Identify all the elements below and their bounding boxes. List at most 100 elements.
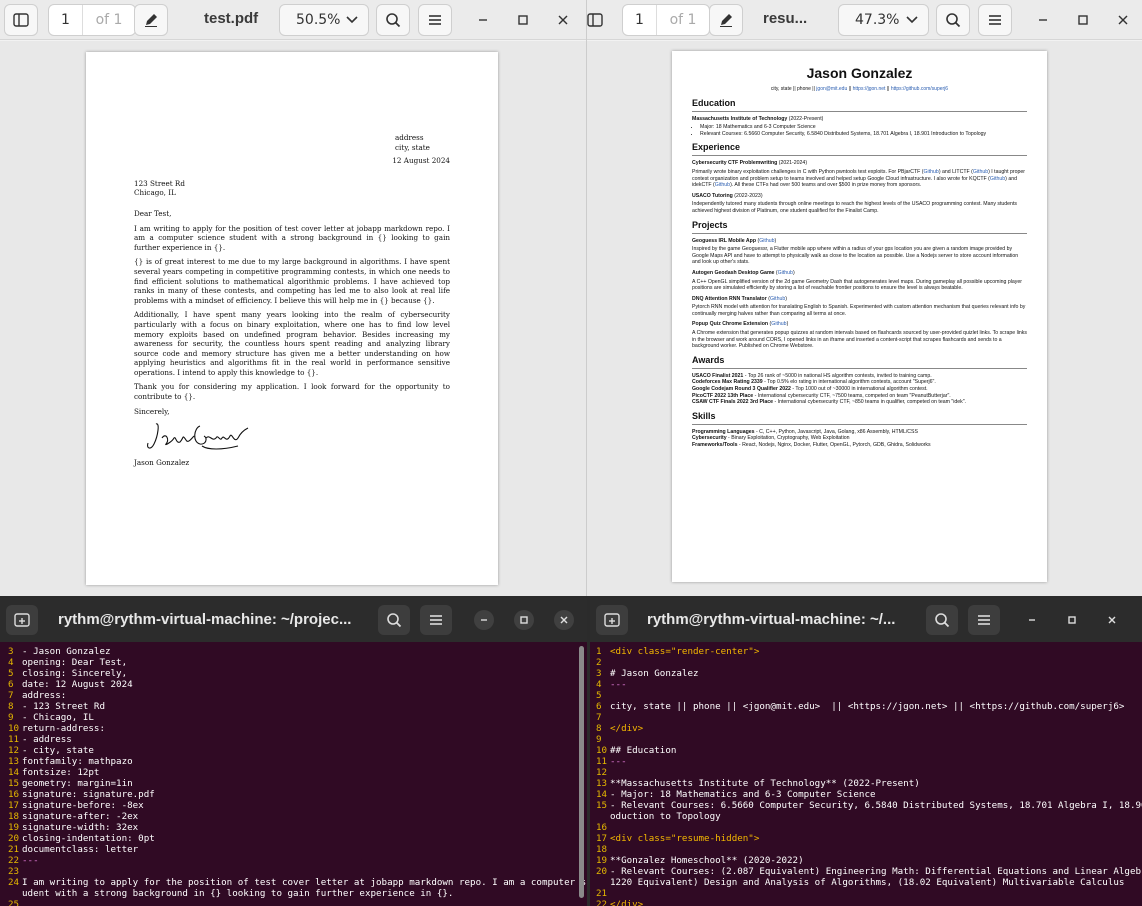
website-link[interactable]: https://jgon.net xyxy=(853,86,886,92)
line-number: 7 xyxy=(596,712,602,723)
page-number-field[interactable]: 1 of 1 xyxy=(48,4,136,36)
section-heading: Skills xyxy=(692,411,1027,425)
maximize-icon[interactable] xyxy=(514,610,534,630)
maximize-icon[interactable] xyxy=(1074,11,1092,29)
desc-text: ) and LITCTF ( xyxy=(938,168,973,175)
entry-title: DNQ Attention RNN Translator xyxy=(692,295,767,302)
page-number-field[interactable]: 1 of 1 xyxy=(622,4,710,36)
award-line: PicoCTF 2022 13th Place - International … xyxy=(692,393,1027,400)
zoom-select[interactable]: 50.5% xyxy=(279,4,369,36)
line-text: <div class="resume-hidden"> xyxy=(610,833,760,844)
github-link[interactable]: Github xyxy=(924,169,939,175)
line-number: 22 xyxy=(596,899,608,906)
maximize-icon[interactable] xyxy=(1062,610,1082,630)
section-heading: Awards xyxy=(692,355,1027,369)
terminal-line: 20 closing-indentation: 0pt xyxy=(8,833,575,844)
line-number: 17 xyxy=(596,833,608,844)
document-title: test.pdf xyxy=(204,10,259,27)
terminal-buffer[interactable]: 3 - Jason Gonzalez 4 opening: Dear Test, 5 cl… xyxy=(0,644,587,906)
line-text: --- xyxy=(22,855,39,866)
github-link[interactable]: Github xyxy=(990,176,1005,182)
minimize-icon[interactable] xyxy=(1022,610,1042,630)
terminal-line: 18 signature-after: -2ex xyxy=(8,811,575,822)
entry-description: A Chrome extension that generates popup … xyxy=(692,330,1027,350)
annotate-pen-icon[interactable] xyxy=(709,4,743,36)
line-text: I am writing to apply for the position o… xyxy=(22,877,587,888)
line-number: 20 xyxy=(596,866,608,877)
line-number: 14 xyxy=(8,767,20,778)
search-icon[interactable] xyxy=(936,4,970,36)
experience-entry: USACO Tutoring (2022-2023) xyxy=(692,193,1027,200)
close-icon[interactable] xyxy=(554,610,574,630)
line-number: 18 xyxy=(596,844,608,855)
hamburger-menu-icon[interactable] xyxy=(968,605,1000,635)
search-icon[interactable] xyxy=(378,605,410,635)
minimize-icon[interactable] xyxy=(474,610,494,630)
close-icon[interactable] xyxy=(554,11,572,29)
left-terminal-window[interactable]: rythm@rythm-virtual-machine: ~/projec...… xyxy=(0,598,587,906)
annotate-pen-icon[interactable] xyxy=(134,4,168,36)
new-tab-icon[interactable] xyxy=(6,605,38,635)
hamburger-menu-icon[interactable] xyxy=(420,605,452,635)
page-current[interactable]: 1 xyxy=(49,5,83,35)
terminal-line: 18 xyxy=(596,844,1130,855)
github-link[interactable]: Github xyxy=(778,270,793,276)
terminal-line: 6 city, state || phone || <jgon@mit.edu> … xyxy=(596,701,1130,712)
terminal-line: 9 - Chicago, IL xyxy=(8,712,575,723)
github-link[interactable]: Github xyxy=(973,169,988,175)
close-icon[interactable] xyxy=(1102,610,1122,630)
minimize-icon[interactable] xyxy=(1034,11,1052,29)
github-link[interactable]: Github xyxy=(715,182,730,188)
search-icon[interactable] xyxy=(926,605,958,635)
hamburger-menu-icon[interactable] xyxy=(978,4,1012,36)
award-title: Google Codejam Round 3 Qualifier 2022 xyxy=(692,386,791,393)
terminal-line: 5 closing: Sincerely, xyxy=(8,668,575,679)
award-title: Codeforces Max Rating 2339 xyxy=(692,379,763,386)
project-entry: DNQ Attention RNN Translator (Github) xyxy=(692,295,787,302)
page-current[interactable]: 1 xyxy=(623,5,657,35)
line-number: 21 xyxy=(596,888,608,899)
right-pdf-window: 1 of 1 resu... 47.3% Jason Gonzalez city… xyxy=(587,0,1142,596)
document-viewport[interactable]: address city, state 12 August 2024 123 S… xyxy=(0,41,586,596)
github-link[interactable]: Github xyxy=(759,238,774,244)
line-number: 5 xyxy=(8,668,14,679)
line-text: geometry: margin=1in xyxy=(22,778,133,789)
document-viewport[interactable]: Jason Gonzalez city, state || phone || j… xyxy=(587,41,1142,596)
line-text: - Major: 18 Mathematics and 6-3 Computer… xyxy=(610,789,876,800)
closing: Sincerely, xyxy=(134,406,170,416)
sidebar-toggle-icon[interactable] xyxy=(4,4,38,36)
github-link[interactable]: Github xyxy=(771,321,786,327)
right-terminal-window[interactable]: rythm@rythm-virtual-machine: ~/... 1 <div… xyxy=(590,598,1142,906)
terminal-buffer[interactable]: 1 <div class="render-center"> 2 3 # Jason Go… xyxy=(590,644,1142,906)
terminal-line: oduction to Topology xyxy=(596,811,1130,822)
award-desc: - International cybersecurity CTF, ~7500… xyxy=(753,392,951,399)
terminal-line: 8 </div> xyxy=(596,723,1130,734)
line-number: 8 xyxy=(596,723,602,734)
page-count: of 1 xyxy=(95,12,123,28)
github-link[interactable]: https://github.com/superj6 xyxy=(891,86,948,92)
terminal-line: 17 <div class="resume-hidden"> xyxy=(596,833,1130,844)
line-text: oduction to Topology xyxy=(610,811,721,822)
entry-title: Popup Quiz Chrome Extension xyxy=(692,321,769,328)
maximize-icon[interactable] xyxy=(514,11,532,29)
line-number: 18 xyxy=(8,811,20,822)
terminal-line: 2 xyxy=(596,657,1130,668)
line-number: 23 xyxy=(8,866,20,877)
search-icon[interactable] xyxy=(376,4,410,36)
line-number: 11 xyxy=(596,756,608,767)
zoom-select[interactable]: 47.3% xyxy=(838,4,929,36)
new-tab-icon[interactable] xyxy=(596,605,628,635)
entry-dates: (2022-2023) xyxy=(734,192,763,199)
line-number: 21 xyxy=(8,844,20,855)
award-line: Google Codejam Round 3 Qualifier 2022 - … xyxy=(692,386,1027,393)
line-number: 3 xyxy=(8,646,14,657)
close-icon[interactable] xyxy=(1114,11,1132,29)
sidebar-toggle-icon[interactable] xyxy=(587,4,607,36)
scrollbar[interactable] xyxy=(579,646,584,898)
minimize-icon[interactable] xyxy=(474,11,492,29)
hamburger-menu-icon[interactable] xyxy=(418,4,452,36)
line-text: </div> xyxy=(610,723,644,734)
letter-paragraph: Thank you for considering my application… xyxy=(134,382,450,402)
email-link[interactable]: jgon@mit.edu xyxy=(816,86,847,92)
github-link[interactable]: Github xyxy=(770,296,785,302)
